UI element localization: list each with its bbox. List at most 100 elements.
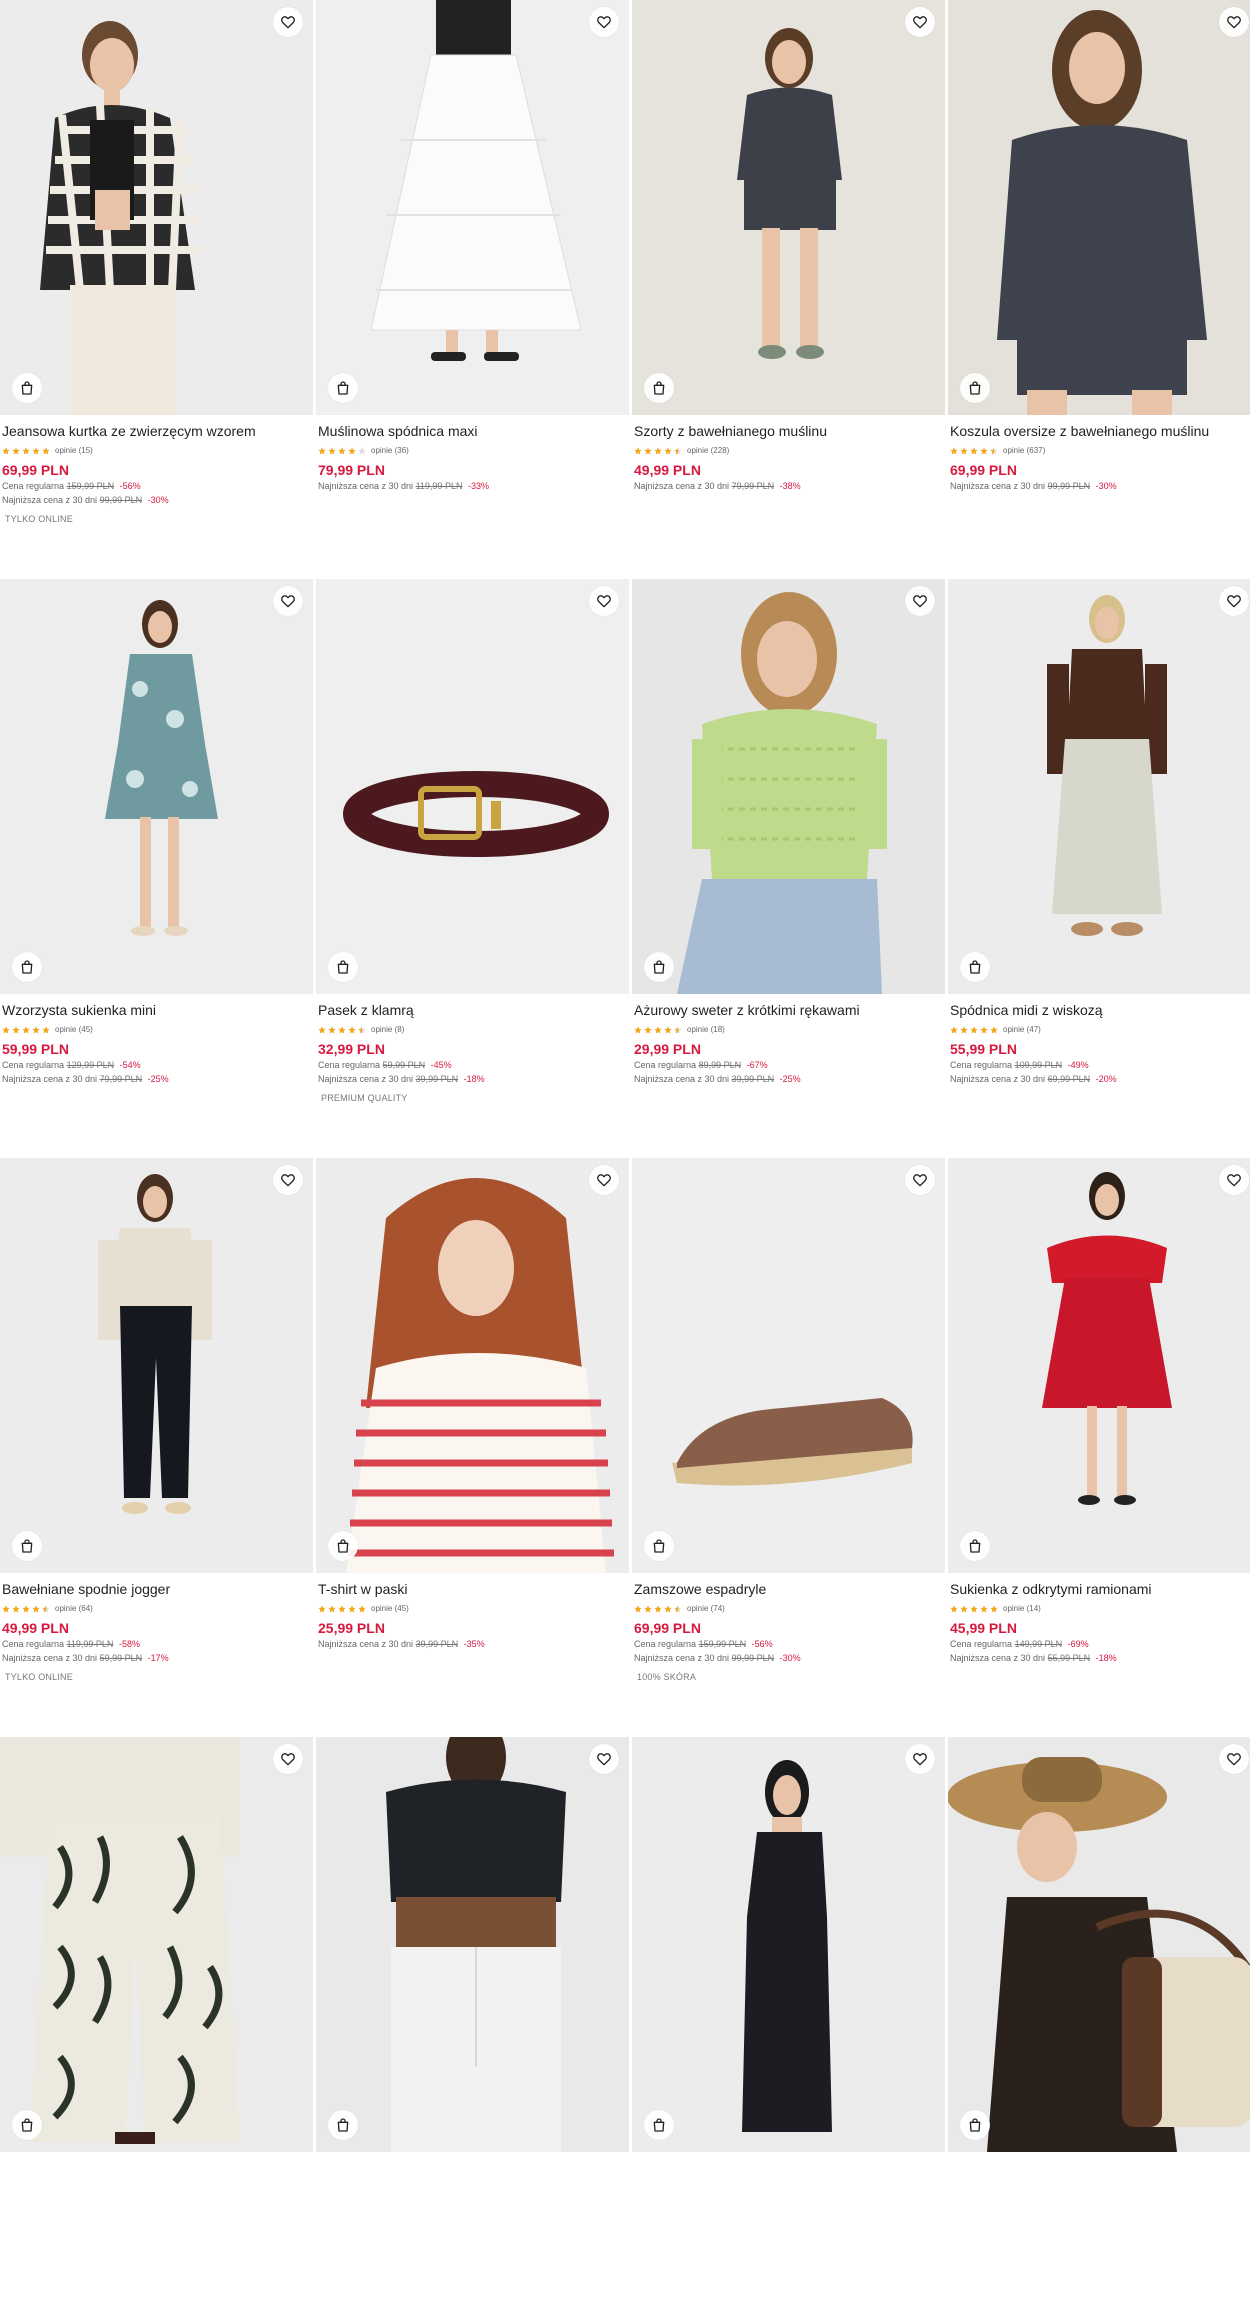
review-count[interactable]: opinie (637) bbox=[1003, 446, 1045, 455]
product-card[interactable]: Muślinowa spódnica maxi opinie (36) 79,9… bbox=[316, 0, 629, 579]
lowest-price-label: Najniższa cena z 30 dni bbox=[2, 1074, 98, 1084]
product-image[interactable] bbox=[948, 1158, 1250, 1573]
add-to-cart-button[interactable] bbox=[960, 373, 990, 403]
regular-price-discount: -56% bbox=[751, 1639, 773, 1649]
product-image[interactable] bbox=[316, 1737, 629, 2152]
product-name[interactable]: Wzorzysta sukienka mini bbox=[2, 1002, 311, 1019]
product-card[interactable]: T-shirt w paski opinie (45) 25,99 PLN Na… bbox=[316, 1158, 629, 1737]
product-image[interactable] bbox=[632, 0, 945, 415]
favorite-button[interactable] bbox=[589, 7, 619, 37]
product-image[interactable] bbox=[948, 579, 1250, 994]
review-count[interactable]: opinie (36) bbox=[371, 446, 409, 455]
review-count[interactable]: opinie (18) bbox=[687, 1025, 725, 1034]
review-count[interactable]: opinie (228) bbox=[687, 446, 729, 455]
review-count[interactable]: opinie (8) bbox=[371, 1025, 404, 1034]
favorite-button[interactable] bbox=[905, 586, 935, 616]
product-card[interactable] bbox=[316, 1737, 629, 2316]
favorite-button[interactable] bbox=[589, 1165, 619, 1195]
product-name[interactable]: Spódnica midi z wiskozą bbox=[950, 1002, 1250, 1019]
review-count[interactable]: opinie (64) bbox=[55, 1604, 93, 1613]
product-name[interactable]: Koszula oversize z bawełnianego muślinu bbox=[950, 423, 1250, 440]
lowest-price-old: 59,99 PLN bbox=[99, 1653, 143, 1663]
product-image[interactable] bbox=[632, 1737, 945, 2152]
product-name[interactable]: Sukienka z odkrytymi ramionami bbox=[950, 1581, 1250, 1598]
star-icon bbox=[634, 1025, 642, 1033]
lowest-price-discount: -30% bbox=[147, 495, 169, 505]
favorite-button[interactable] bbox=[589, 1744, 619, 1774]
product-image[interactable] bbox=[0, 579, 313, 994]
favorite-button[interactable] bbox=[1219, 7, 1249, 37]
review-count[interactable]: opinie (14) bbox=[1003, 1604, 1041, 1613]
lowest-price-line: Najniższa cena z 30 dni 55,99 PLN -18% bbox=[950, 1653, 1250, 1664]
product-card[interactable]: Jeansowa kurtka ze zwierzęcym wzorem opi… bbox=[0, 0, 313, 579]
favorite-button[interactable] bbox=[905, 7, 935, 37]
review-count[interactable]: opinie (45) bbox=[371, 1604, 409, 1613]
product-name[interactable]: Bawełniane spodnie jogger bbox=[2, 1581, 311, 1598]
product-card[interactable] bbox=[0, 1737, 313, 2316]
product-card[interactable]: Bawełniane spodnie jogger opinie (64) 49… bbox=[0, 1158, 313, 1737]
favorite-button[interactable] bbox=[273, 7, 303, 37]
product-image[interactable] bbox=[0, 1737, 313, 2152]
add-to-cart-button[interactable] bbox=[328, 1531, 358, 1561]
product-name[interactable]: Zamszowe espadryle bbox=[634, 1581, 943, 1598]
product-card[interactable]: Szorty z bawełnianego muślinu opinie (22… bbox=[632, 0, 945, 579]
product-card[interactable]: Zamszowe espadryle opinie (74) 69,99 PLN… bbox=[632, 1158, 945, 1737]
favorite-button[interactable] bbox=[589, 586, 619, 616]
product-image[interactable] bbox=[948, 0, 1250, 415]
product-name[interactable]: Muślinowa spódnica maxi bbox=[318, 423, 627, 440]
product-image[interactable] bbox=[316, 0, 629, 415]
product-card[interactable] bbox=[948, 1737, 1250, 2316]
add-to-cart-button[interactable] bbox=[644, 2110, 674, 2140]
add-to-cart-button[interactable] bbox=[12, 373, 42, 403]
product-photo bbox=[948, 1737, 1250, 2152]
product-card[interactable]: Koszula oversize z bawełnianego muślinu … bbox=[948, 0, 1250, 579]
product-card[interactable] bbox=[632, 1737, 945, 2316]
product-name[interactable]: Ażurowy sweter z krótkimi rękawami bbox=[634, 1002, 943, 1019]
product-card[interactable]: Sukienka z odkrytymi ramionami opinie (1… bbox=[948, 1158, 1250, 1737]
add-to-cart-button[interactable] bbox=[644, 1531, 674, 1561]
favorite-button[interactable] bbox=[905, 1744, 935, 1774]
add-to-cart-button[interactable] bbox=[644, 373, 674, 403]
product-image[interactable] bbox=[316, 1158, 629, 1573]
review-count[interactable]: opinie (45) bbox=[55, 1025, 93, 1034]
review-count[interactable]: opinie (74) bbox=[687, 1604, 725, 1613]
add-to-cart-button[interactable] bbox=[12, 1531, 42, 1561]
product-image[interactable] bbox=[0, 0, 313, 415]
favorite-button[interactable] bbox=[273, 1165, 303, 1195]
product-card[interactable]: Spódnica midi z wiskozą opinie (47) 55,9… bbox=[948, 579, 1250, 1158]
lowest-price-label: Najniższa cena z 30 dni bbox=[634, 1074, 730, 1084]
product-card[interactable]: Pasek z klamrą opinie (8) 32,99 PLN Cena… bbox=[316, 579, 629, 1158]
product-image[interactable] bbox=[0, 1158, 313, 1573]
review-count[interactable]: opinie (47) bbox=[1003, 1025, 1041, 1034]
add-to-cart-button[interactable] bbox=[960, 952, 990, 982]
product-name[interactable]: T-shirt w paski bbox=[318, 1581, 627, 1598]
heart-icon bbox=[1227, 595, 1241, 608]
favorite-button[interactable] bbox=[273, 1744, 303, 1774]
add-to-cart-button[interactable] bbox=[12, 952, 42, 982]
add-to-cart-button[interactable] bbox=[328, 373, 358, 403]
add-to-cart-button[interactable] bbox=[328, 952, 358, 982]
product-image[interactable] bbox=[632, 579, 945, 994]
favorite-button[interactable] bbox=[273, 586, 303, 616]
product-info: Ażurowy sweter z krótkimi rękawami opini… bbox=[632, 994, 945, 1085]
review-count[interactable]: opinie (15) bbox=[55, 446, 93, 455]
product-image[interactable] bbox=[948, 1737, 1250, 2152]
add-to-cart-button[interactable] bbox=[960, 1531, 990, 1561]
add-to-cart-button[interactable] bbox=[644, 952, 674, 982]
product-name[interactable]: Szorty z bawełnianego muślinu bbox=[634, 423, 943, 440]
product-card[interactable]: Ażurowy sweter z krótkimi rękawami opini… bbox=[632, 579, 945, 1158]
product-rating: opinie (47) bbox=[950, 1024, 1250, 1035]
add-to-cart-button[interactable] bbox=[328, 2110, 358, 2140]
favorite-button[interactable] bbox=[1219, 1744, 1249, 1774]
add-to-cart-button[interactable] bbox=[960, 2110, 990, 2140]
product-image[interactable] bbox=[316, 579, 629, 994]
add-to-cart-button[interactable] bbox=[12, 2110, 42, 2140]
product-card[interactable]: Wzorzysta sukienka mini opinie (45) 59,9… bbox=[0, 579, 313, 1158]
favorite-button[interactable] bbox=[1219, 1165, 1249, 1195]
favorite-button[interactable] bbox=[1219, 586, 1249, 616]
product-name[interactable]: Jeansowa kurtka ze zwierzęcym wzorem bbox=[2, 423, 311, 440]
product-name[interactable]: Pasek z klamrą bbox=[318, 1002, 627, 1019]
product-image[interactable] bbox=[632, 1158, 945, 1573]
rating-stars bbox=[634, 446, 682, 455]
favorite-button[interactable] bbox=[905, 1165, 935, 1195]
